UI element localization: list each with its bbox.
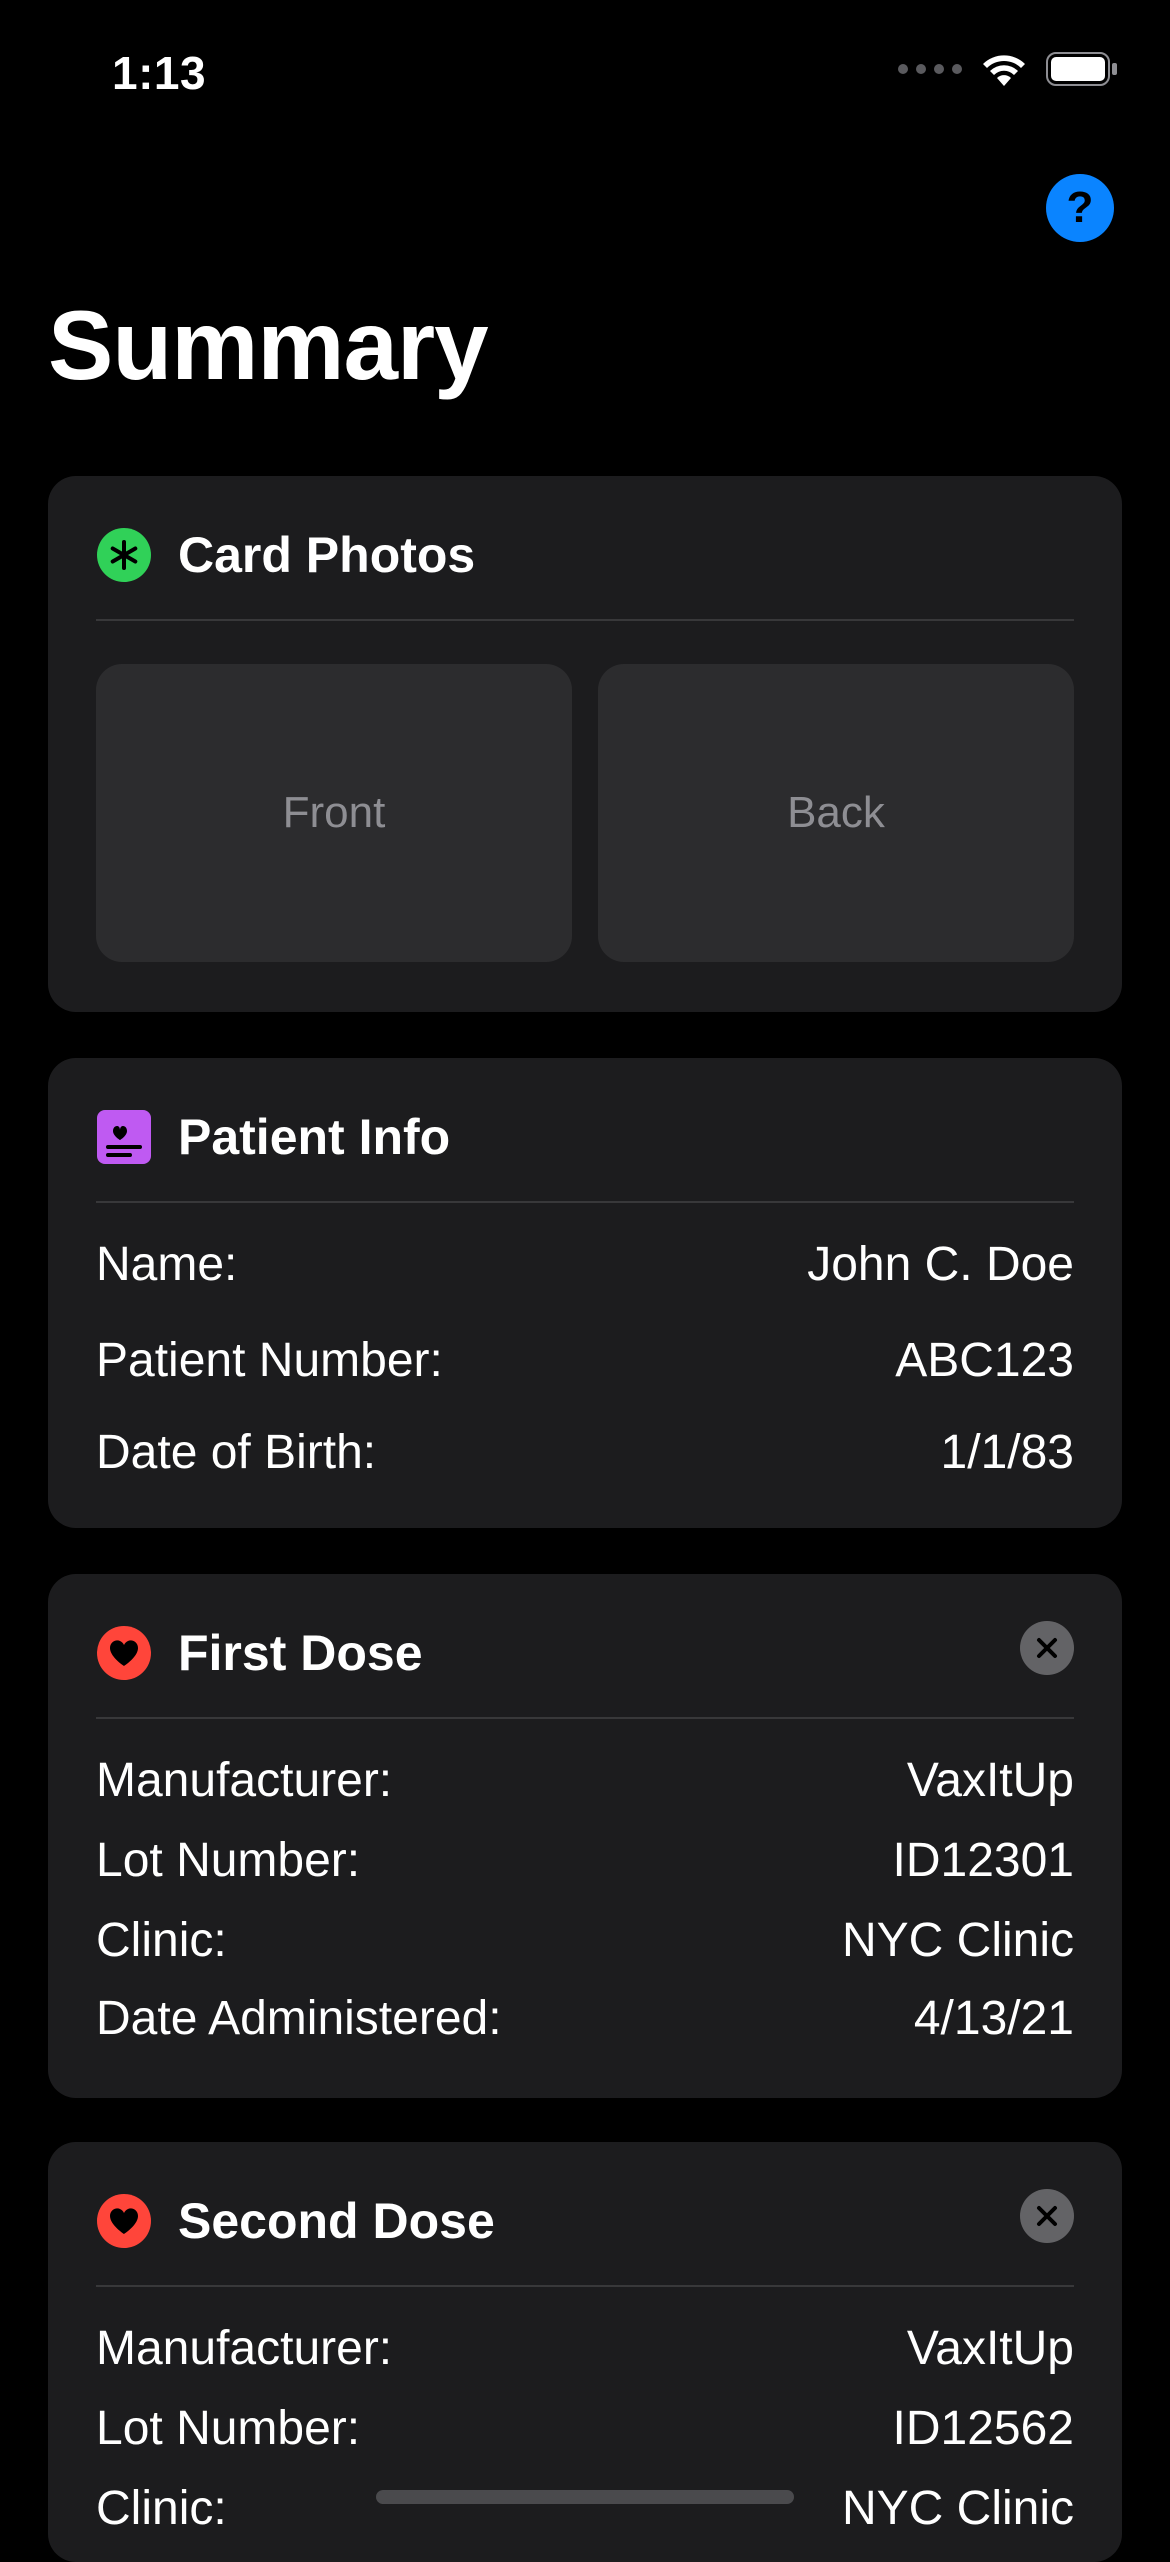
- patient-info-section: Patient Info Name: John C. Doe Patient N…: [48, 1058, 1122, 1528]
- close-icon: [1037, 2206, 1057, 2226]
- row-label: Lot Number:: [96, 1833, 361, 1887]
- manufacturer-row: Manufacturer: VaxItUp: [96, 2318, 1074, 2378]
- manufacturer-row: Manufacturer: VaxItUp: [96, 1750, 1074, 1810]
- row-value: John C. Doe: [807, 1237, 1074, 1291]
- row-value: NYC Clinic: [841, 1913, 1074, 1967]
- lot-number-row: Lot Number: ID12562: [96, 2398, 1074, 2458]
- heart-icon: [96, 2193, 152, 2249]
- first-dose-section: First Dose Manufacturer: VaxItUp Lot Num…: [48, 1574, 1122, 2098]
- patient-number-row: Patient Number: ABC123: [96, 1330, 1074, 1390]
- row-value: ID12301: [892, 1833, 1074, 1887]
- row-value: ABC123: [895, 1333, 1074, 1387]
- clinic-row: Clinic: NYC Clinic: [96, 2478, 1074, 2538]
- status-icons: [898, 52, 1118, 86]
- remove-second-dose-button[interactable]: [1020, 2189, 1074, 2243]
- row-label: Clinic:: [96, 1913, 227, 1967]
- row-value: 4/13/21: [913, 1991, 1074, 2045]
- clinic-row: Clinic: NYC Clinic: [96, 1910, 1074, 1970]
- first-dose-header: First Dose: [96, 1618, 1074, 1688]
- close-icon: [1037, 1638, 1057, 1658]
- front-photo-label: Front: [282, 788, 386, 837]
- page-title: Summary: [48, 290, 489, 400]
- row-label: Manufacturer:: [96, 1753, 393, 1807]
- status-time: 1:13: [112, 47, 207, 99]
- divider: [96, 619, 1074, 621]
- divider: [96, 1201, 1074, 1203]
- remove-first-dose-button[interactable]: [1020, 1621, 1074, 1675]
- row-value: VaxItUp: [906, 1753, 1074, 1807]
- row-label: Name:: [96, 1237, 238, 1291]
- row-value: VaxItUp: [906, 2321, 1074, 2375]
- card-photos-title: Card Photos: [178, 527, 476, 583]
- date-of-birth-row: Date of Birth: 1/1/83: [96, 1422, 1074, 1482]
- wifi-icon: [982, 52, 1026, 86]
- card-photos-section: Card Photos Front Back: [48, 476, 1122, 1012]
- first-dose-title: First Dose: [178, 1625, 423, 1681]
- id-card-icon: [96, 1109, 152, 1165]
- second-dose-title: Second Dose: [178, 2193, 495, 2249]
- divider: [96, 2285, 1074, 2287]
- question-icon: ?: [1066, 183, 1094, 232]
- row-label: Lot Number:: [96, 2401, 361, 2455]
- help-button[interactable]: ?: [1046, 174, 1114, 242]
- date-administered-row: Date Administered: 4/13/21: [96, 1988, 1074, 2048]
- divider: [96, 1717, 1074, 1719]
- front-photo-button[interactable]: Front: [96, 664, 572, 962]
- home-indicator[interactable]: [376, 2490, 794, 2504]
- row-label: Manufacturer:: [96, 2321, 393, 2375]
- asterisk-icon: [96, 527, 152, 583]
- row-label: Date of Birth:: [96, 1425, 377, 1479]
- patient-info-title: Patient Info: [178, 1109, 451, 1165]
- row-value: 1/1/83: [940, 1425, 1074, 1479]
- battery-icon: [1046, 52, 1118, 86]
- back-photo-label: Back: [787, 788, 885, 837]
- cellular-signal-icon: [898, 64, 962, 74]
- name-row: Name: John C. Doe: [96, 1234, 1074, 1294]
- patient-info-header: Patient Info: [96, 1102, 1074, 1172]
- lot-number-row: Lot Number: ID12301: [96, 1830, 1074, 1890]
- row-value: NYC Clinic: [841, 2481, 1074, 2535]
- status-bar: 1:13: [0, 0, 1170, 150]
- card-photos-header: Card Photos: [96, 520, 1074, 590]
- row-label: Clinic:: [96, 2481, 227, 2535]
- row-label: Date Administered:: [96, 1991, 502, 2045]
- back-photo-button[interactable]: Back: [598, 664, 1074, 962]
- row-value: ID12562: [892, 2401, 1074, 2455]
- heart-icon: [96, 1625, 152, 1681]
- row-label: Patient Number:: [96, 1333, 443, 1387]
- second-dose-header: Second Dose: [96, 2186, 1074, 2256]
